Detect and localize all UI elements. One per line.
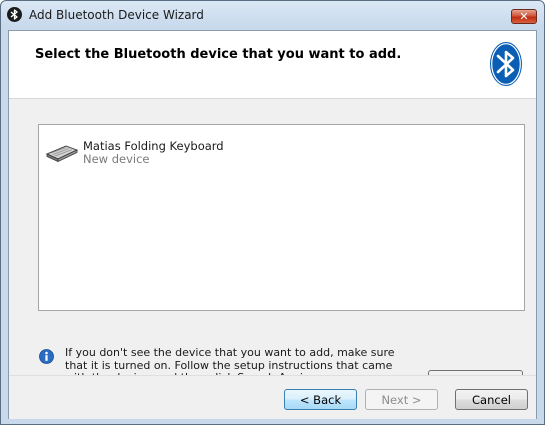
device-name: Matias Folding Keyboard [83,139,224,153]
bluetooth-icon [7,7,22,22]
next-button[interactable]: Next > [365,389,438,410]
device-list[interactable]: Matias Folding Keyboard New device [38,124,525,311]
bluetooth-logo-icon [489,41,523,87]
wizard-footer: < Back Next > Cancel [9,375,536,419]
keyboard-icon [45,141,79,165]
close-icon: ✕ [519,10,529,23]
page-title: Select the Bluetooth device that you wan… [35,47,402,62]
list-item[interactable]: Matias Folding Keyboard New device [45,139,265,169]
back-button[interactable]: < Back [284,389,357,410]
info-icon [39,349,54,364]
wizard-content: Select the Bluetooth device that you wan… [8,30,537,419]
title-bar[interactable]: Add Bluetooth Device Wizard ✕ [1,1,544,30]
close-button[interactable]: ✕ [511,9,537,24]
device-status: New device [83,152,150,166]
wizard-body: Matias Folding Keyboard New device If yo… [9,99,536,391]
window-title: Add Bluetooth Device Wizard [29,8,204,22]
wizard-window: Add Bluetooth Device Wizard ✕ Select the… [0,0,545,425]
cancel-button[interactable]: Cancel [455,389,528,410]
wizard-header: Select the Bluetooth device that you wan… [9,31,536,99]
